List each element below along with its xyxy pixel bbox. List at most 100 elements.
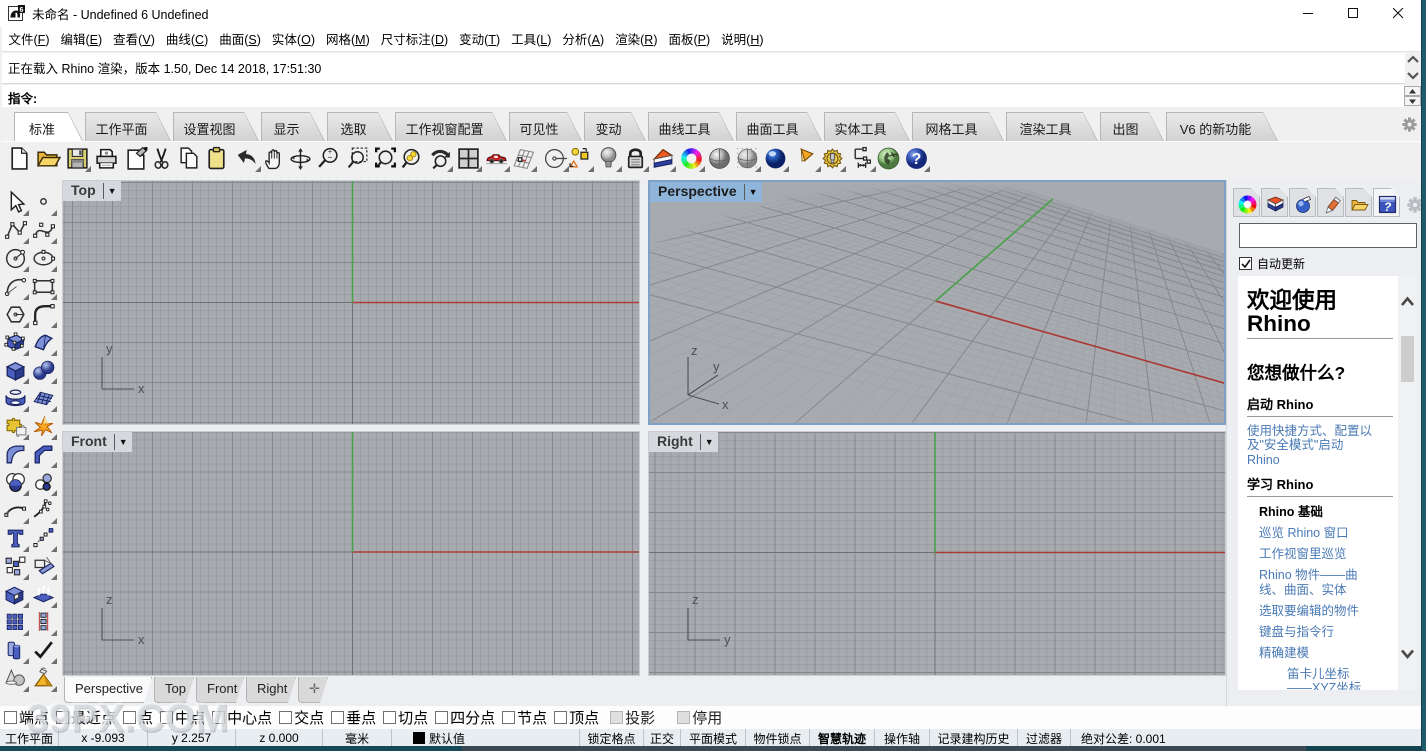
help-link-nested[interactable]: 笛卡儿坐标——XYZ坐标系 [1287, 667, 1369, 691]
help-link-3[interactable]: 选取要编辑的物件 [1259, 604, 1376, 619]
zoom-window-icon[interactable] [344, 145, 372, 173]
command-history-scroll[interactable] [1406, 53, 1421, 84]
sidebar-rectangle-icon[interactable] [31, 274, 58, 301]
status-toggle-正交[interactable]: 正交 [644, 729, 681, 747]
auto-update-checkbox[interactable] [1239, 257, 1252, 270]
sidebar-circles2-icon[interactable] [31, 470, 58, 497]
scroll-up-icon[interactable] [1398, 292, 1417, 312]
toolbar-tab-显示[interactable]: 显示 [261, 112, 325, 141]
osnap-checkbox[interactable] [435, 711, 449, 724]
sidebar-make2d-icon[interactable] [31, 554, 58, 581]
edit-page-icon[interactable] [123, 145, 151, 173]
viewport-right[interactable]: z y Right ▼ [648, 431, 1226, 676]
menu-S[interactable]: 曲面(S) [214, 25, 267, 53]
status-toggle-锁定格点[interactable]: 锁定格点 [580, 729, 644, 747]
sidebar-ellipse-icon[interactable] [31, 246, 58, 273]
menu-H[interactable]: 说明(H) [716, 25, 769, 53]
maximize-button[interactable] [1331, 0, 1376, 27]
sidebar-point-icon[interactable] [31, 190, 58, 217]
command-spinner[interactable] [1404, 86, 1421, 106]
zoom-extents-icon[interactable] [372, 145, 400, 173]
minimize-button[interactable] [1286, 0, 1331, 27]
gear-options-icon[interactable] [819, 145, 847, 173]
status-toggle-记录建构历史[interactable]: 记录建构历史 [930, 729, 1018, 747]
sidebar-explode-icon[interactable] [31, 414, 58, 441]
menu-A[interactable]: 分析(A) [557, 25, 610, 53]
status-tolerance[interactable]: 绝对公差: 0.001 [1071, 729, 1176, 747]
copy-icon[interactable] [176, 145, 204, 173]
cplane-grid-icon[interactable] [510, 145, 538, 173]
sidebar-chamfer-srf-icon[interactable] [31, 442, 58, 469]
sidebar-curve-icon[interactable] [31, 218, 58, 245]
viewport-top[interactable]: y x Top ▼ [62, 180, 640, 425]
status-toggle-物件锁点[interactable]: 物件锁点 [746, 729, 810, 747]
panel-tab-libraries[interactable] [1345, 188, 1372, 217]
layer-wedge-icon[interactable] [649, 145, 677, 173]
toolbar-tab-网格工具[interactable]: 网格工具 [912, 112, 1004, 141]
help-link-5[interactable]: 精确建模 [1259, 646, 1376, 661]
viewport-title-perspective[interactable]: Perspective ▼ [650, 182, 762, 202]
osnap-四分点[interactable]: 四分点 [435, 707, 495, 728]
color-wheel-icon[interactable] [678, 145, 706, 173]
rendered-sphere-icon[interactable] [762, 145, 790, 173]
toolbar-tab-标准[interactable]: 标准 [14, 112, 83, 141]
osnap-垂点[interactable]: 垂点 [331, 707, 376, 728]
sidebar-srf-points-icon[interactable] [3, 330, 30, 357]
new-file-icon[interactable] [6, 145, 34, 173]
circle-center-icon[interactable] [542, 145, 570, 173]
viewport-perspective[interactable]: z y x Perspective ▼ [648, 180, 1226, 425]
sidebar-polygon-icon[interactable] [3, 302, 30, 329]
gear-icon[interactable] [1402, 117, 1417, 132]
sidebar-move-points-icon[interactable] [31, 526, 58, 553]
zoom-icon[interactable]: + − [315, 145, 343, 173]
viewport-title-dropdown-icon[interactable]: ▼ [745, 182, 762, 202]
viewport-title-dropdown-icon[interactable]: ▼ [115, 432, 132, 452]
lightbulb-icon[interactable] [595, 145, 623, 173]
sidebar-polyline-icon[interactable] [3, 218, 30, 245]
menu-C[interactable]: 曲线(C) [160, 25, 213, 53]
toolbar-tab-变动[interactable]: 变动 [584, 112, 646, 141]
undo-view-icon[interactable] [426, 145, 454, 173]
viewport-front[interactable]: z x Front ▼ [62, 431, 640, 676]
status-toggle-过滤器[interactable]: 过滤器 [1018, 729, 1071, 747]
status-toggle-智慧轨迹[interactable]: 智慧轨迹 [810, 729, 875, 747]
help-search-input[interactable] [1239, 223, 1417, 248]
toolbar-tab-工作视窗配置[interactable]: 工作视窗配置 [395, 112, 507, 141]
sidebar-mesh-plane-icon[interactable] [31, 386, 58, 413]
sidebar-text-icon[interactable] [3, 526, 30, 553]
help-link-1[interactable]: 工作视窗里巡览 [1259, 547, 1376, 562]
viewport-layout-icon[interactable] [455, 145, 483, 173]
osnap-节点[interactable]: 节点 [502, 707, 547, 728]
panel-tab-help[interactable]: ? [1373, 188, 1400, 217]
undo-icon[interactable] [234, 145, 262, 173]
command-prompt[interactable]: 指令: [2, 85, 1405, 107]
sidebar-pyramid-hand-icon[interactable] [31, 666, 58, 693]
shaded-sphere-icon[interactable] [706, 145, 734, 173]
pan-icon[interactable] [260, 145, 288, 173]
status-layer[interactable]: 默认值 [392, 729, 580, 747]
osnap-checkbox[interactable] [331, 711, 345, 724]
osnap-停用[interactable]: 停用 [677, 707, 722, 728]
toolbar-tab-选取[interactable]: 选取 [327, 112, 393, 141]
scroll-down-icon[interactable] [1398, 644, 1417, 664]
sidebar-surface-icon[interactable] [31, 330, 58, 357]
spin-down-icon[interactable] [1404, 96, 1421, 106]
help-link-start[interactable]: 使用快捷方式、配置以及"安全模式"启动Rhino [1247, 424, 1376, 468]
status-toggle-操作轴[interactable]: 操作轴 [875, 729, 930, 747]
osnap-checkbox[interactable] [4, 711, 17, 724]
help-link-0[interactable]: 巡览 Rhino 窗口 [1259, 526, 1376, 541]
zoom-selected-icon[interactable] [398, 145, 426, 173]
sidebar-select-icon[interactable] [3, 190, 30, 217]
sidebar-array-grid-icon[interactable] [3, 610, 30, 637]
viewport-tab-add[interactable]: ✛ [298, 677, 328, 703]
toolbar-tab-曲面工具[interactable]: 曲面工具 [736, 112, 822, 141]
panel-tab-notes[interactable] [1317, 188, 1344, 217]
move-car-icon[interactable] [483, 145, 511, 173]
sidebar-array-linear-icon[interactable] [31, 610, 58, 637]
menu-R[interactable]: 渲染(R) [610, 25, 663, 53]
spin-up-icon[interactable] [1404, 86, 1421, 96]
sidebar-curve-boolean-icon[interactable] [3, 470, 30, 497]
toolbar-tab-出图[interactable]: 出图 [1100, 112, 1164, 141]
rotate-view-icon[interactable] [287, 145, 315, 173]
toolbar-tab-渲染工具[interactable]: 渲染工具 [1006, 112, 1098, 141]
